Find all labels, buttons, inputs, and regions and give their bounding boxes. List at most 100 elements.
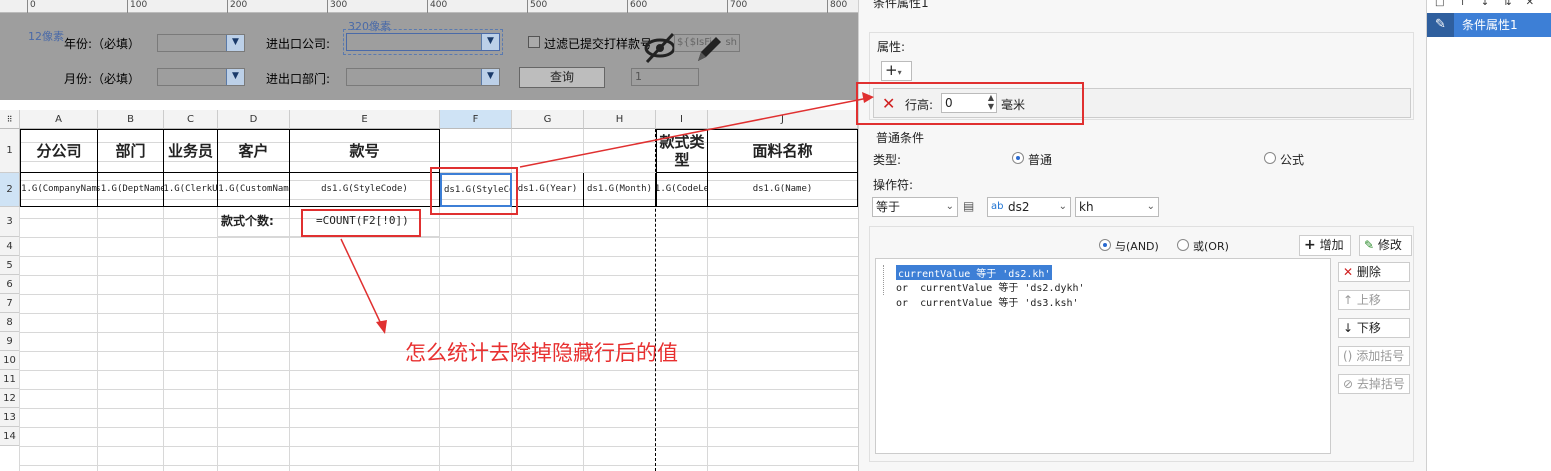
condition-tree-panel: □↑↓⇅✕ ✎ 条件属性1 [1426, 0, 1551, 471]
eye-hidden-icon[interactable] [642, 31, 678, 65]
or-radio[interactable] [1177, 239, 1189, 251]
spreadsheet-grid: ⠿ A B C D E F G H I J 1 2 3 4 5 6 7 8 9 … [0, 110, 858, 471]
dept-combo[interactable]: ▼ [346, 68, 500, 86]
condition-list[interactable]: currentValue 等于 'ds2.kh' or currentValue… [875, 258, 1331, 454]
condition-item[interactable]: or currentValue 等于 'ds3.ksh' [896, 294, 1079, 309]
row-header[interactable]: 11 [0, 370, 20, 389]
dept-label: 进出口部门: [266, 72, 331, 86]
dropdown-icon[interactable]: ▼ [226, 35, 244, 51]
condition-item[interactable]: or currentValue 等于 'ds2.dykh' [896, 279, 1085, 294]
dataset-select[interactable]: ab ds2 ⌄ [987, 197, 1071, 217]
arrow-down-icon: ↓ [1343, 321, 1354, 335]
panel-title: 条件属性1 [873, 0, 929, 10]
header-cell[interactable]: 部门 [98, 129, 164, 173]
column-header[interactable]: E [290, 110, 440, 129]
header-cell[interactable]: 分公司 [20, 129, 98, 173]
ruler-tick: 500 [527, 0, 547, 13]
row-header[interactable]: 7 [0, 294, 20, 313]
data-cell[interactable]: ds1.G(Name) [708, 173, 858, 207]
column-header[interactable]: I [656, 110, 708, 129]
data-cell[interactable]: ds1.G(StyleCode) [290, 173, 440, 207]
row-height-input[interactable]: 0 ▲ ▼ [941, 93, 997, 113]
ruler-tick: 800 [827, 0, 847, 13]
data-cell[interactable]: ds1.G(Month) [584, 173, 656, 207]
add-bracket-button[interactable]: () 添加括号 [1338, 346, 1410, 366]
row-header[interactable]: 9 [0, 332, 20, 351]
type-normal-label: 普通 [1028, 153, 1053, 167]
header-cell[interactable]: 业务员 [164, 129, 218, 173]
move-up-button[interactable]: ↑ 上移 [1338, 290, 1410, 310]
row-height-unit: 毫米 [1001, 98, 1026, 112]
dropdown-icon[interactable]: ▼ [226, 69, 244, 85]
row-header[interactable]: 1 [0, 129, 20, 173]
ruler-tick: 200 [227, 0, 247, 13]
row-header[interactable]: 4 [0, 237, 20, 256]
operator-label: 操作符: [873, 178, 914, 192]
column-header[interactable]: B [98, 110, 164, 129]
year-combo[interactable]: ▼ [157, 34, 245, 52]
column-header[interactable]: F [440, 110, 512, 129]
tree-item-selected[interactable]: ✎ 条件属性1 [1427, 13, 1551, 37]
filter-checkbox[interactable] [528, 36, 540, 48]
modify-condition-button[interactable]: ✎ 修改 [1359, 235, 1412, 256]
remove-bracket-button[interactable]: ⊘ 去掉括号 [1338, 374, 1410, 394]
stepper-icon: ▲ ▼ [987, 93, 994, 111]
horizontal-ruler: 0 100 200 300 400 500 600 700 800 [0, 0, 858, 13]
move-down-button[interactable]: ↓ 下移 [1338, 318, 1410, 338]
type-formula-radio[interactable] [1264, 152, 1276, 164]
data-cell[interactable]: ds1.G(ClerkUse [164, 173, 218, 207]
and-label: 与(AND) [1115, 240, 1159, 253]
data-cell[interactable]: ds1.G(CustomName) [218, 173, 290, 207]
tree-toolbar[interactable]: □↑↓⇅✕ [1427, 0, 1551, 10]
highlight-box-cell [430, 167, 518, 215]
row-header[interactable]: 2 [0, 173, 20, 207]
page-box: 1 [631, 68, 699, 86]
annotation-text: 怎么统计去除掉隐藏行后的值 [405, 341, 678, 365]
edit-pencil-icon[interactable] [694, 33, 724, 65]
company-label: 进出口公司: [266, 37, 331, 51]
column-header[interactable]: J [708, 110, 858, 129]
column-header[interactable]: G [512, 110, 584, 129]
row-header[interactable]: 10 [0, 351, 20, 370]
month-combo[interactable]: ▼ [157, 68, 245, 86]
add-condition-button[interactable]: + 增加 [1299, 235, 1351, 256]
dropdown-icon[interactable]: ▼ [481, 69, 499, 85]
query-button[interactable]: 查询 [519, 67, 605, 88]
ruler-tick: 300 [327, 0, 347, 13]
remove-attr-icon[interactable]: ✕ [882, 94, 895, 113]
row-header[interactable]: 5 [0, 256, 20, 275]
empty-cell[interactable] [512, 129, 584, 173]
data-cell[interactable]: ds1.G(Year) [512, 173, 584, 207]
column-header[interactable]: D [218, 110, 290, 129]
and-radio[interactable] [1099, 239, 1111, 251]
header-cell[interactable]: 面料名称 [708, 129, 858, 173]
row-height-label: 行高: [905, 98, 934, 112]
row-header[interactable]: 13 [0, 408, 20, 427]
data-cell[interactable]: ds1.G(CodeLeve [656, 173, 708, 207]
column-header[interactable]: A [20, 110, 98, 129]
data-cell[interactable]: ds1.G(DeptName) [98, 173, 164, 207]
delete-condition-button[interactable]: ✕ 删除 [1338, 262, 1410, 282]
header-cell[interactable]: 款式类型 [656, 129, 708, 173]
operator-select[interactable]: 等于 ⌄ [872, 197, 958, 217]
row-header[interactable]: 3 [0, 207, 20, 237]
row-header[interactable]: 6 [0, 275, 20, 294]
table-icon[interactable]: ▤ [963, 199, 974, 213]
empty-cell[interactable] [584, 129, 656, 173]
field-select[interactable]: kh ⌄ [1075, 197, 1159, 217]
row-header[interactable]: 14 [0, 427, 20, 446]
column-header[interactable]: C [164, 110, 218, 129]
data-cell[interactable]: ds1.G(CompanyName) [20, 173, 98, 207]
plus-icon: + [1304, 237, 1316, 253]
header-cell[interactable]: 款号 [290, 129, 440, 173]
condition-item[interactable]: currentValue 等于 'ds2.kh' [896, 265, 1053, 280]
or-label: 或(OR) [1193, 240, 1229, 253]
type-normal-radio[interactable] [1012, 152, 1024, 164]
add-attribute-button[interactable]: +▾ [881, 61, 912, 81]
count-label-cell[interactable]: 款式个数: [218, 207, 290, 237]
row-header[interactable]: 8 [0, 313, 20, 332]
column-header[interactable]: H [584, 110, 656, 129]
row-header[interactable]: 12 [0, 389, 20, 408]
corner-selector[interactable]: ⠿ [0, 110, 20, 129]
header-cell[interactable]: 客户 [218, 129, 290, 173]
